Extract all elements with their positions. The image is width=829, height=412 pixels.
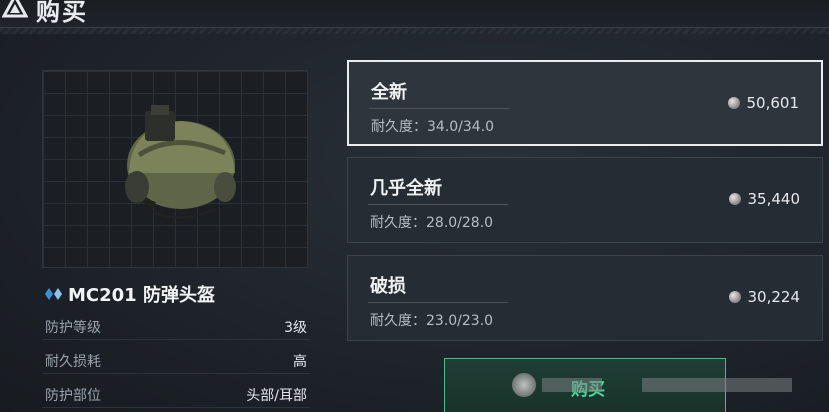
option-divider	[368, 302, 508, 303]
coin-icon	[728, 193, 741, 205]
stat-label: 耐久损耗	[45, 353, 101, 370]
price-value: 35,440	[747, 190, 801, 208]
watermark-blur	[642, 378, 792, 392]
stat-label: 防护部位	[45, 387, 101, 404]
option-durability: 耐久度：28.0/28.0	[370, 215, 494, 231]
stat-row-protection-level: 防护等级 3级	[42, 314, 310, 340]
option-divider	[368, 204, 508, 205]
purchase-screen: 购买 MC201 防弹头盔 防护等级 3级 耐久损耗 高 防护部位 头部/耳部 …	[0, 0, 829, 412]
option-price: 30,224	[728, 288, 801, 306]
option-durability: 耐久度：23.0/23.0	[370, 313, 494, 329]
stat-value: 高	[293, 353, 307, 370]
stat-value: 3级	[284, 319, 307, 336]
page-title: 购买	[36, 0, 88, 26]
option-divider	[369, 108, 509, 109]
price-value: 30,224	[747, 288, 801, 306]
watermark-overlay	[512, 372, 812, 398]
item-preview-panel	[42, 70, 308, 268]
option-title: 全新	[371, 82, 407, 103]
coin-icon	[727, 97, 740, 109]
option-title: 几乎全新	[370, 178, 442, 199]
stat-row-durability-loss: 耐久损耗 高	[42, 348, 310, 374]
option-damaged[interactable]: 破损 耐久度：23.0/23.0 30,224	[347, 255, 823, 341]
header-divider	[0, 28, 829, 34]
option-brand-new[interactable]: 全新 耐久度：34.0/34.0 50,601	[347, 60, 823, 146]
stat-value: 头部/耳部	[246, 387, 307, 404]
option-almost-new[interactable]: 几乎全新 耐久度：28.0/28.0 35,440	[347, 157, 823, 243]
option-title: 破损	[370, 276, 406, 297]
header-bar: 购买	[0, 0, 829, 28]
option-durability: 耐久度：34.0/34.0	[371, 119, 495, 135]
item-name: MC201 防弹头盔	[68, 285, 215, 306]
option-price: 35,440	[728, 190, 801, 208]
stat-row-protection-area: 防护部位 头部/耳部	[42, 382, 310, 408]
price-value: 50,601	[746, 94, 800, 112]
item-name-row: MC201 防弹头盔	[44, 282, 215, 306]
helmet-image	[125, 105, 236, 219]
option-price: 50,601	[727, 94, 800, 112]
coin-icon	[728, 291, 741, 303]
triangle-logo-icon	[2, 0, 28, 18]
watermark-logo-icon	[512, 373, 536, 397]
diamond-icon	[45, 288, 62, 300]
watermark-blur	[542, 378, 602, 392]
stat-label: 防护等级	[45, 319, 101, 336]
